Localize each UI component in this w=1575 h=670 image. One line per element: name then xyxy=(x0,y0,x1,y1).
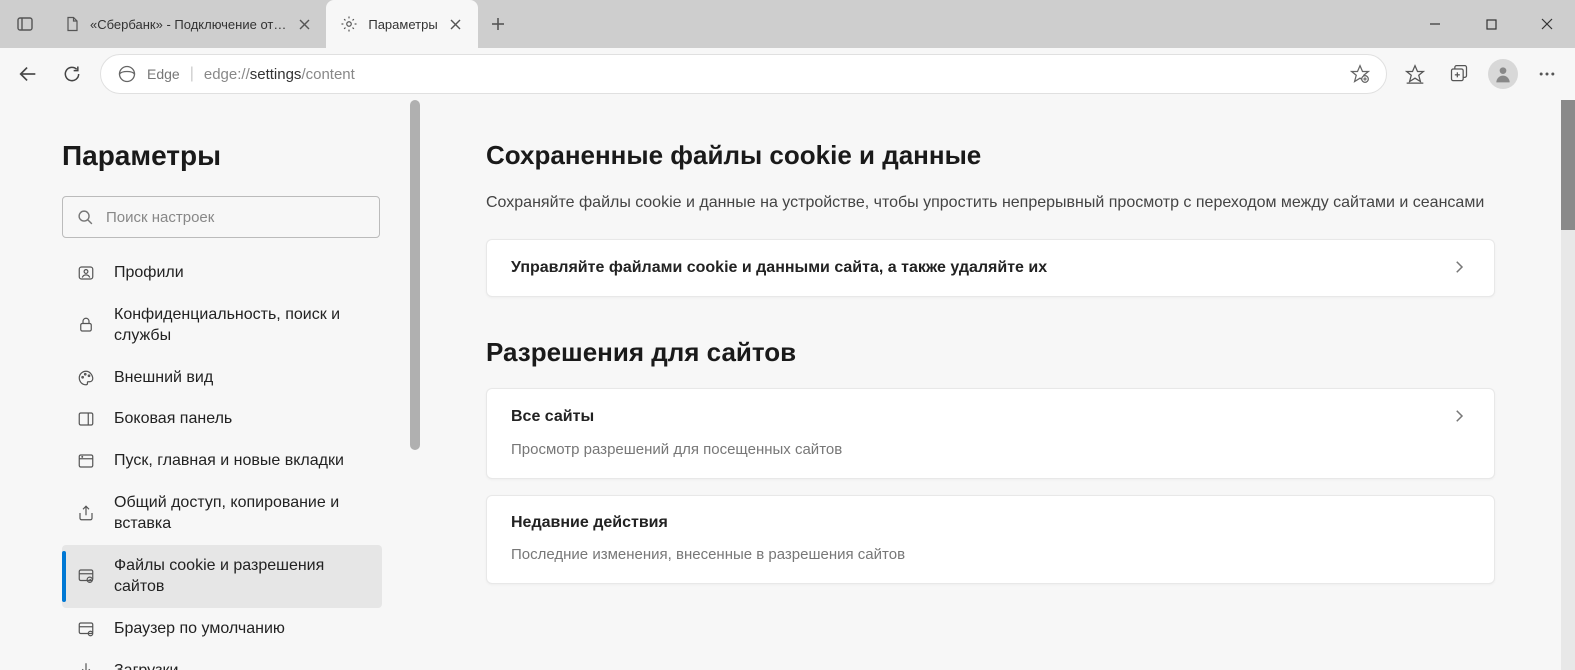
address-bar[interactable]: Edge | edge://settings/content xyxy=(100,54,1387,94)
tab-inactive[interactable]: «Сбербанк» - Подключение от… xyxy=(50,0,326,48)
sidebar-item-sidebar[interactable]: Боковая панель xyxy=(62,398,382,440)
share-icon xyxy=(76,503,96,523)
titlebar: «Сбербанк» - Подключение от… Параметры xyxy=(0,0,1575,48)
cookies-icon xyxy=(76,566,96,586)
sidebar-item-label: Браузер по умолчанию xyxy=(114,618,285,640)
card-all-sites[interactable]: Все сайты Просмотр разрешений для посеще… xyxy=(486,388,1495,479)
sidebar-container: Параметры Профили Конфиденциальность, по… xyxy=(0,100,420,670)
sidebar-item-label: Профили xyxy=(114,262,184,284)
new-tab-button[interactable] xyxy=(478,0,518,48)
refresh-button[interactable] xyxy=(52,54,92,94)
settings-sidebar: Параметры Профили Конфиденциальность, по… xyxy=(0,100,420,670)
search-settings[interactable] xyxy=(62,196,380,238)
sidebar-items: Профили Конфиденциальность, поиск и служ… xyxy=(62,252,388,670)
section-title-permissions: Разрешения для сайтов xyxy=(486,337,1495,368)
download-icon xyxy=(76,660,96,670)
main-content: Сохраненные файлы cookie и данные Сохран… xyxy=(420,100,1575,670)
sidebar-item-appearance[interactable]: Внешний вид xyxy=(62,357,382,399)
profile-icon xyxy=(76,263,96,283)
tab-title: «Сбербанк» - Подключение от… xyxy=(90,17,286,32)
palette-icon xyxy=(76,368,96,388)
minimize-button[interactable] xyxy=(1407,0,1463,48)
sidebar-item-downloads[interactable]: Загрузки xyxy=(62,650,382,670)
browser-icon xyxy=(76,619,96,639)
page-icon xyxy=(64,16,80,32)
tab-actions-button[interactable] xyxy=(0,0,50,48)
sidebar-title: Параметры xyxy=(62,140,388,172)
sidebar-item-label: Общий доступ, копирование и вставка xyxy=(114,492,368,535)
sidebar-item-share[interactable]: Общий доступ, копирование и вставка xyxy=(62,482,382,545)
sidebar-item-label: Конфиденциальность, поиск и службы xyxy=(114,304,368,347)
content-area: Параметры Профили Конфиденциальность, по… xyxy=(0,100,1575,670)
card-subtitle: Просмотр разрешений для посещенных сайто… xyxy=(511,441,1470,458)
main-scrollbar[interactable] xyxy=(1561,100,1575,670)
profile-button[interactable] xyxy=(1483,54,1523,94)
sidebar-item-label: Внешний вид xyxy=(114,367,213,389)
search-icon xyxy=(77,209,94,226)
back-button[interactable] xyxy=(8,54,48,94)
card-title: Недавние действия xyxy=(511,514,1470,532)
search-input[interactable] xyxy=(106,209,365,226)
avatar-icon xyxy=(1488,59,1518,89)
gear-icon xyxy=(340,15,358,33)
maximize-button[interactable] xyxy=(1463,0,1519,48)
sidebar-item-start[interactable]: Пуск, главная и новые вкладки xyxy=(62,440,382,482)
scrollbar-thumb[interactable] xyxy=(410,100,420,450)
sidebar-item-label: Боковая панель xyxy=(114,408,232,430)
favorites-button[interactable] xyxy=(1395,54,1435,94)
start-icon xyxy=(76,451,96,471)
sidebar-item-privacy[interactable]: Конфиденциальность, поиск и службы xyxy=(62,294,382,357)
sidebar-item-label: Загрузки xyxy=(114,660,178,670)
add-favorite-icon[interactable] xyxy=(1350,64,1370,84)
sidebar-item-label: Пуск, главная и новые вкладки xyxy=(114,450,344,472)
toolbar: Edge | edge://settings/content xyxy=(0,48,1575,100)
close-icon[interactable] xyxy=(448,16,464,32)
card-subtitle: Последние изменения, внесенные в разреше… xyxy=(511,546,1470,563)
section-title-cookies: Сохраненные файлы cookie и данные xyxy=(486,140,1495,171)
window-close-button[interactable] xyxy=(1519,0,1575,48)
address-url: edge://settings/content xyxy=(204,66,355,83)
lock-icon xyxy=(76,315,96,335)
sidebar-item-default-browser[interactable]: Браузер по умолчанию xyxy=(62,608,382,650)
sidebar-item-cookies[interactable]: Файлы cookie и разрешения сайтов xyxy=(62,545,382,608)
tab-title: Параметры xyxy=(368,17,437,32)
close-icon[interactable] xyxy=(296,16,312,32)
window-controls xyxy=(1407,0,1575,48)
sidebar-item-profiles[interactable]: Профили xyxy=(62,252,382,294)
separator: | xyxy=(190,65,194,83)
scrollbar-thumb[interactable] xyxy=(1561,100,1575,230)
section-description: Сохраняйте файлы cookie и данные на устр… xyxy=(486,191,1495,215)
card-title: Все сайты xyxy=(511,408,1450,426)
chevron-right-icon xyxy=(1450,407,1470,427)
chevron-right-icon xyxy=(1450,258,1470,278)
collections-button[interactable] xyxy=(1439,54,1479,94)
sidebar-item-label: Файлы cookie и разрешения сайтов xyxy=(114,555,368,598)
tab-active[interactable]: Параметры xyxy=(326,0,477,48)
more-button[interactable] xyxy=(1527,54,1567,94)
card-manage-cookies[interactable]: Управляйте файлами cookie и данными сайт… xyxy=(486,239,1495,297)
edge-logo-icon xyxy=(117,64,137,84)
card-title: Управляйте файлами cookie и данными сайт… xyxy=(511,259,1450,277)
address-prefix: Edge xyxy=(147,66,180,82)
sidebar-icon xyxy=(76,409,96,429)
card-recent-activity[interactable]: Недавние действия Последние изменения, в… xyxy=(486,495,1495,584)
sidebar-scrollbar[interactable] xyxy=(410,100,420,670)
